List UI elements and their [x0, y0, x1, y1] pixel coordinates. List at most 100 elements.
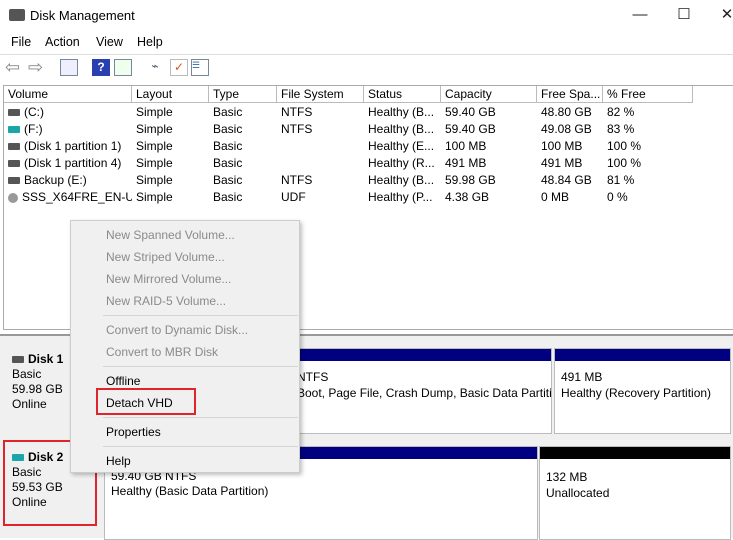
- column-layout[interactable]: Layout: [132, 86, 209, 103]
- column-capacity[interactable]: Capacity: [441, 86, 537, 103]
- cell-text: Healthy (B...: [368, 122, 435, 136]
- detach-vhd-highlight: [96, 388, 196, 415]
- menu-separator: [103, 366, 298, 367]
- cell-text: Basic: [213, 156, 243, 170]
- cell-file-system: NTFS: [281, 121, 366, 138]
- partition-bar: [555, 349, 730, 361]
- connect-disk-icon[interactable]: ⌁: [146, 59, 164, 76]
- cell-layout: Simple: [136, 104, 211, 121]
- cell-text: Simple: [136, 139, 173, 153]
- cell-text: 59.98 GB: [445, 173, 496, 187]
- cell-text: Simple: [136, 122, 173, 136]
- cell-text: Basic: [213, 139, 243, 153]
- column-status[interactable]: Status: [364, 86, 441, 103]
- volume-row[interactable]: (Disk 1 partition 1) Simple Basic Healthy (…: [4, 138, 733, 155]
- action-pane-icon[interactable]: [114, 59, 132, 76]
- menu-help[interactable]: Help: [137, 35, 163, 49]
- cell-text: NTFS: [281, 122, 313, 136]
- forward-icon[interactable]: ⇨: [28, 58, 46, 76]
- cell-text: (C:): [24, 105, 44, 119]
- disk-name: Disk 1: [28, 352, 64, 366]
- cell-status: Healthy (B...: [368, 104, 443, 121]
- cell-capacity: 59.40 GB: [445, 104, 539, 121]
- cell-type: Basic: [213, 189, 279, 206]
- menu-properties[interactable]: Properties: [106, 424, 161, 440]
- cell-capacity: 491 MB: [445, 155, 539, 172]
- drive-icon: [8, 126, 20, 134]
- toolbar: ⇦ ⇨ ? ⌁ ✓ ☰: [0, 54, 733, 80]
- menu-convert-dynamic: Convert to Dynamic Disk...: [106, 323, 249, 337]
- unallocated-space[interactable]: 132 MB Unallocated: [539, 446, 731, 540]
- cell-text: 49.08 GB: [541, 122, 592, 136]
- cell-volume: SSS_X64FRE_EN-U...: [8, 189, 132, 206]
- menu-new-mirrored-volume: New Mirrored Volume...: [106, 272, 232, 286]
- console-tree-icon[interactable]: [60, 59, 78, 76]
- cell-layout: Simple: [136, 155, 211, 172]
- drive-icon: [8, 143, 20, 151]
- cell-text: 59.40 GB: [445, 105, 496, 119]
- cell-layout: Simple: [136, 172, 211, 189]
- cell-type: Basic: [213, 121, 279, 138]
- help-icon[interactable]: ?: [92, 59, 110, 76]
- cell-free-space: 48.84 GB: [541, 172, 605, 189]
- menu-action[interactable]: Action: [45, 35, 80, 49]
- cell-capacity: 4.38 GB: [445, 189, 539, 206]
- window-title: Disk Management: [30, 8, 135, 23]
- close-button[interactable]: ✕: [712, 4, 733, 26]
- partition-info: NTFS: [297, 370, 329, 384]
- volume-row[interactable]: Backup (E:) Simple Basic NTFS Healthy (B... 5…: [4, 172, 733, 189]
- cell-text: (Disk 1 partition 4): [24, 156, 122, 170]
- menu-help[interactable]: Help: [106, 453, 131, 469]
- disk-icon: [12, 356, 24, 364]
- cell-text: NTFS: [281, 105, 313, 119]
- cell-type: Basic: [213, 104, 279, 121]
- menu-offline[interactable]: Offline: [106, 373, 140, 389]
- menu-file[interactable]: File: [11, 35, 31, 49]
- cell-text: 100 %: [607, 139, 642, 153]
- volume-row[interactable]: (C:) Simple Basic NTFS Healthy (B... 59.40 GB…: [4, 104, 733, 121]
- cell-free-space: 100 MB: [541, 138, 605, 155]
- back-icon[interactable]: ⇦: [5, 58, 23, 76]
- cell-text: NTFS: [281, 173, 313, 187]
- minimize-button[interactable]: —: [625, 4, 655, 26]
- cell-status: Healthy (P...: [368, 189, 443, 206]
- checklist-icon[interactable]: ✓: [170, 59, 188, 76]
- cell-text: Healthy (R...: [368, 156, 435, 170]
- cell-capacity: 59.98 GB: [445, 172, 539, 189]
- cell-text: Basic: [213, 173, 243, 187]
- volume-row[interactable]: (Disk 1 partition 4) Simple Basic Healthy (…: [4, 155, 733, 172]
- cell-text: 0 MB: [541, 190, 570, 204]
- cell-text: UDF: [281, 190, 306, 204]
- cell-status: Healthy (B...: [368, 121, 443, 138]
- maximize-button[interactable]: ☐: [669, 4, 699, 26]
- cell-text: Simple: [136, 190, 173, 204]
- partition-status: Unallocated: [546, 486, 610, 500]
- cell-text: 491 MB: [541, 156, 583, 170]
- cell-status: Healthy (B...: [368, 172, 443, 189]
- menu-view[interactable]: View: [96, 35, 123, 49]
- column-volume[interactable]: Volume: [4, 86, 132, 103]
- cell-layout: Simple: [136, 121, 211, 138]
- disc-icon: [8, 192, 18, 203]
- column-type[interactable]: Type: [209, 86, 277, 103]
- column-free-space[interactable]: Free Spa...: [537, 86, 603, 103]
- volume-row[interactable]: SSS_X64FRE_EN-U... Simple Basic UDF Healthy …: [4, 189, 733, 206]
- menu-convert-mbr: Convert to MBR Disk: [106, 345, 219, 359]
- column-file-system[interactable]: File System: [277, 86, 364, 103]
- cell-volume: (F:): [8, 121, 132, 138]
- cell-type: Basic: [213, 138, 279, 155]
- cell-type: Basic: [213, 172, 279, 189]
- cell-free-space: 49.08 GB: [541, 121, 605, 138]
- partition-status: Boot, Page File, Crash Dump, Basic Data …: [297, 386, 551, 400]
- menu-new-raid5-volume: New RAID-5 Volume...: [106, 294, 227, 308]
- column-percent-free[interactable]: % Free: [603, 86, 693, 103]
- cell-volume: (C:): [8, 104, 132, 121]
- cell-free-space: 48.80 GB: [541, 104, 605, 121]
- partition-status: Healthy (Basic Data Partition): [111, 484, 269, 498]
- cell-text: Healthy (P...: [368, 190, 433, 204]
- volume-row[interactable]: (F:) Simple Basic NTFS Healthy (B... 59.40 GB…: [4, 121, 733, 138]
- properties-icon[interactable]: ☰: [191, 59, 209, 76]
- cell-percent-free: 100 %: [607, 138, 693, 155]
- partition-recovery[interactable]: 491 MB Healthy (Recovery Partition): [554, 348, 731, 434]
- cell-text: 59.40 GB: [445, 122, 496, 136]
